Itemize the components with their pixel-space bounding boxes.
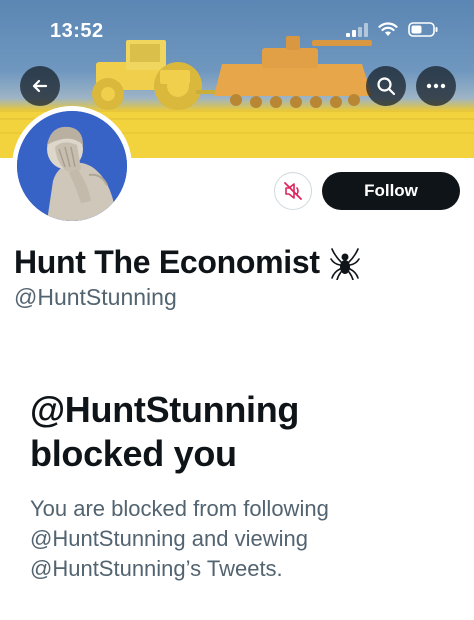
spider-emoji-icon <box>329 247 360 280</box>
blocked-title-line: blocked you <box>30 433 237 474</box>
blocked-description: You are blocked from following @HuntStun… <box>30 494 329 584</box>
back-button[interactable] <box>20 66 60 106</box>
mute-notifications-icon <box>284 182 302 200</box>
follow-button[interactable]: Follow <box>322 172 460 210</box>
arrow-left-icon <box>32 79 48 93</box>
blocked-description-line: You are blocked from following <box>30 496 329 521</box>
wifi-icon <box>378 22 398 36</box>
avatar[interactable] <box>12 106 132 226</box>
status-icons <box>346 22 438 37</box>
blocked-description-line: @HuntStunning and viewing <box>30 526 308 551</box>
unmute-button[interactable] <box>274 172 312 210</box>
search-button[interactable] <box>366 66 406 106</box>
more-horizontal-icon <box>426 83 446 89</box>
blocked-title-line: @HuntStunning <box>30 389 300 430</box>
battery-icon <box>408 22 438 37</box>
facepalm-statue-avatar <box>17 111 127 221</box>
status-time: 13:52 <box>50 20 104 42</box>
display-name-row: Hunt The Economist <box>14 244 360 281</box>
more-button[interactable] <box>416 66 456 106</box>
status-bar: 13:52 <box>0 0 474 60</box>
display-name: Hunt The Economist <box>14 244 320 280</box>
cellular-signal-icon <box>346 22 368 37</box>
blocked-title: @HuntStunning blocked you <box>30 388 299 476</box>
blocked-description-line: @HuntStunning’s Tweets. <box>30 556 283 581</box>
profile-handle: @HuntStunning <box>14 284 177 310</box>
search-icon <box>377 77 396 96</box>
